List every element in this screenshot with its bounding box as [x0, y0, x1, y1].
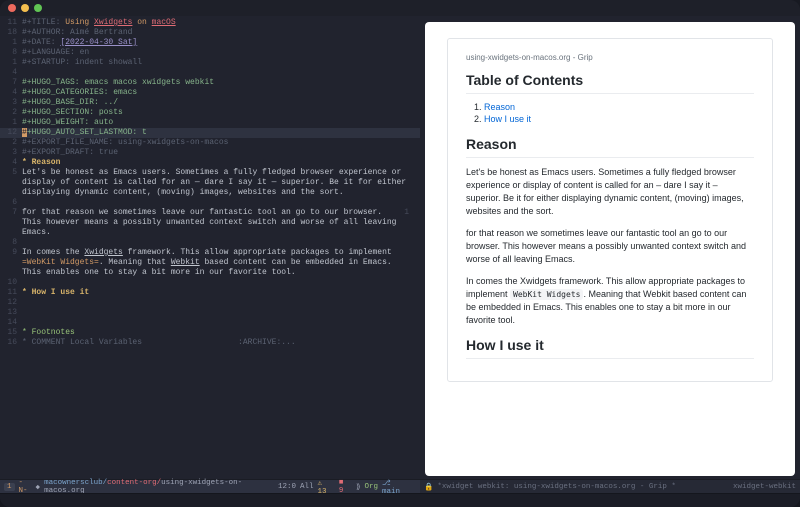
- major-mode: Org: [364, 483, 378, 491]
- code-line[interactable]: 5Let's be honest as Emacs users. Sometim…: [0, 168, 420, 198]
- line-number: 13: [0, 308, 22, 318]
- minimize-icon[interactable]: [21, 4, 29, 12]
- code-line[interactable]: 4* Reason: [0, 158, 420, 168]
- toc-item: How I use it: [484, 114, 754, 124]
- heading-how-i-use-it: How I use it: [466, 337, 754, 359]
- line-number: 12: [0, 128, 22, 138]
- line-number: 4: [0, 158, 22, 168]
- line-number: 11: [0, 288, 22, 298]
- modeline-left[interactable]: 1 -N- ◆ macownersclub/content-org/using-…: [0, 479, 420, 493]
- code-line[interactable]: 15* Footnotes: [0, 328, 420, 338]
- line-number: 15: [0, 328, 22, 338]
- line-number: 12: [0, 298, 22, 308]
- heading-reason: Reason: [466, 136, 754, 158]
- code-line[interactable]: 3#+HUGO_BASE_DIR: ../: [0, 98, 420, 108]
- code-line[interactable]: 2#+EXPORT_FILE_NAME: using-xwidgets-on-m…: [0, 138, 420, 148]
- code-line[interactable]: 6: [0, 198, 420, 208]
- code-line[interactable]: 9In comes the Xwidgets framework. This a…: [0, 248, 420, 278]
- toc-link-howiuseit[interactable]: How I use it: [484, 114, 531, 124]
- workspace: 11#+TITLE: Using Xwidgets on macOS18#+AU…: [0, 16, 800, 493]
- cursor-position: 12:0: [278, 483, 296, 491]
- webkit-preview[interactable]: using-xwidgets-on-macos.org - Grip Table…: [425, 22, 795, 476]
- buffer-name: *xwidget webkit: using-xwidgets-on-macos…: [437, 483, 676, 491]
- line-number: 1: [0, 58, 22, 68]
- editor-pane: 11#+TITLE: Using Xwidgets on macOS18#+AU…: [0, 16, 420, 493]
- line-number: 1: [0, 38, 22, 48]
- org-buffer[interactable]: 11#+TITLE: Using Xwidgets on macOS18#+AU…: [0, 16, 420, 479]
- line-number: 10: [0, 278, 22, 288]
- line-number: 4: [0, 68, 22, 78]
- line-number: 2: [0, 138, 22, 148]
- folder-icon: ◆: [36, 482, 41, 492]
- code-line[interactable]: 4: [0, 68, 420, 78]
- paragraph: for that reason we sometimes leave our f…: [466, 227, 754, 266]
- code-line[interactable]: 7for that reason we sometimes leave our …: [0, 208, 420, 238]
- line-number: 11: [0, 18, 22, 28]
- code-line[interactable]: 7#+HUGO_TAGS: emacs macos xwidgets webki…: [0, 78, 420, 88]
- line-number: 3: [0, 148, 22, 158]
- code-line[interactable]: 11#+TITLE: Using Xwidgets on macOS: [0, 18, 420, 28]
- close-icon[interactable]: [8, 4, 16, 12]
- line-number: 2: [0, 108, 22, 118]
- code-line[interactable]: 16* COMMENT Local Variables :ARCHIVE:...: [0, 338, 420, 348]
- major-mode: xwidget-webkit: [733, 483, 796, 491]
- code-line[interactable]: 1#+DATE: [2022-04-30 Sat]: [0, 38, 420, 48]
- preview-pane: using-xwidgets-on-macos.org - Grip Table…: [420, 16, 800, 493]
- code-line[interactable]: 12#+HUGO_AUTO_SET_LASTMOD: t: [0, 128, 420, 138]
- window-controls: [8, 4, 42, 12]
- toc-heading: Table of Contents: [466, 72, 754, 94]
- code-line[interactable]: 18#+AUTHOR: Aimé Bertrand: [0, 28, 420, 38]
- line-number: 14: [0, 318, 22, 328]
- line-number: 8: [0, 48, 22, 58]
- line-number: 7: [0, 78, 22, 88]
- code-line[interactable]: 2#+HUGO_SECTION: posts: [0, 108, 420, 118]
- line-number: 9: [0, 248, 22, 278]
- buffer-percent: All: [300, 483, 314, 491]
- code-line[interactable]: 10: [0, 278, 420, 288]
- preview-card: using-xwidgets-on-macos.org - Grip Table…: [447, 38, 773, 382]
- toc-link-reason[interactable]: Reason: [484, 102, 515, 112]
- toc-list: Reason How I use it: [484, 102, 754, 124]
- code-line[interactable]: 13: [0, 308, 420, 318]
- evil-state: 1: [4, 483, 15, 491]
- code-line[interactable]: 8: [0, 238, 420, 248]
- code-line[interactable]: 14: [0, 318, 420, 328]
- emacs-frame: 11#+TITLE: Using Xwidgets on macOS18#+AU…: [0, 0, 800, 507]
- line-number: 6: [0, 198, 22, 208]
- paragraph: Let's be honest as Emacs users. Sometime…: [466, 166, 754, 218]
- separator: ⟫: [356, 482, 361, 492]
- line-number: 16: [0, 338, 22, 348]
- inline-code: WebKit Widgets: [510, 289, 583, 300]
- modeline-right[interactable]: 🔒 *xwidget webkit: using-xwidgets-on-mac…: [420, 479, 800, 493]
- zoom-icon[interactable]: [34, 4, 42, 12]
- code-line[interactable]: 4#+HUGO_CATEGORIES: emacs: [0, 88, 420, 98]
- line-number: 5: [0, 168, 22, 198]
- code-line[interactable]: 11* How I use it: [0, 288, 420, 298]
- toc-item: Reason: [484, 102, 754, 112]
- preview-title: using-xwidgets-on-macos.org - Grip: [466, 53, 754, 62]
- code-line[interactable]: 8#+LANGUAGE: en: [0, 48, 420, 58]
- line-number: 1: [0, 118, 22, 128]
- lock-icon: 🔒: [424, 482, 433, 492]
- line-number: 8: [0, 238, 22, 248]
- code-line[interactable]: 3#+EXPORT_DRAFT: true: [0, 148, 420, 158]
- titlebar: [0, 0, 800, 16]
- code-line[interactable]: 1#+HUGO_WEIGHT: auto: [0, 118, 420, 128]
- line-number: 4: [0, 88, 22, 98]
- paragraph: In comes the Xwidgets framework. This al…: [466, 275, 754, 327]
- line-number: 18: [0, 28, 22, 38]
- code-line[interactable]: 12: [0, 298, 420, 308]
- line-number: 3: [0, 98, 22, 108]
- code-line[interactable]: 1#+STARTUP: indent showall: [0, 58, 420, 68]
- minibuffer[interactable]: [0, 493, 800, 507]
